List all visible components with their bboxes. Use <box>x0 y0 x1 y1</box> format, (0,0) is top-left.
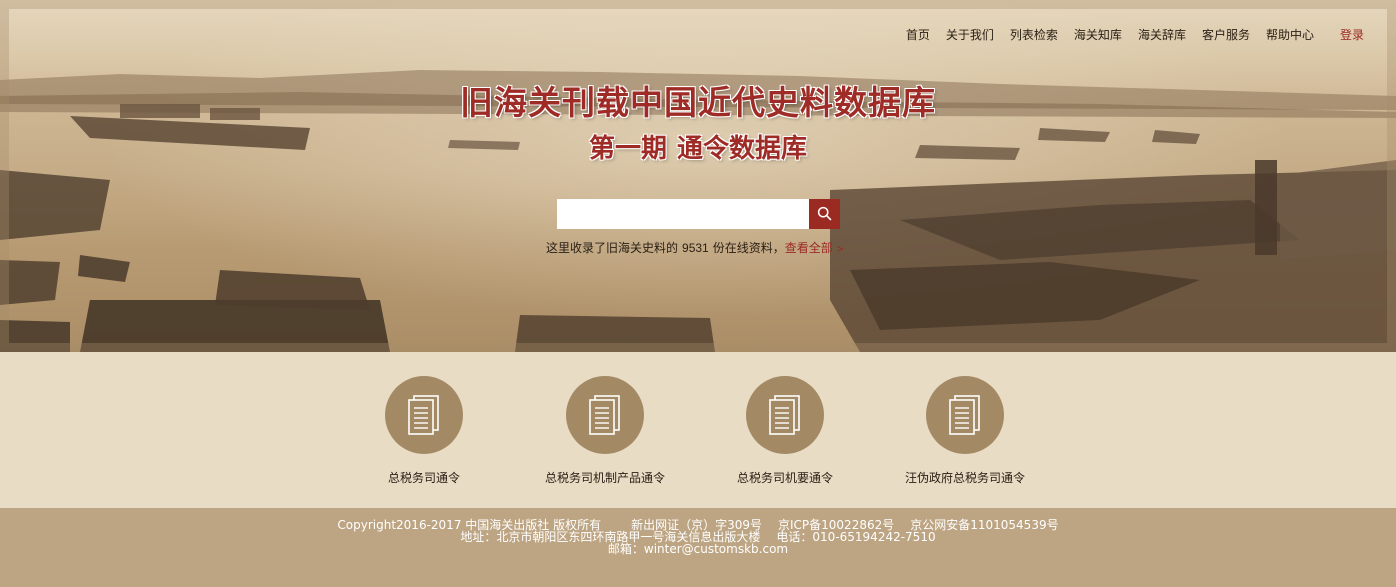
nav-about[interactable]: 关于我们 <box>946 26 994 43</box>
category-item[interactable]: 总税务司机制产品通令 <box>515 376 695 486</box>
footer-email: 邮箱：winter@customskb.com <box>607 542 789 556</box>
category-item[interactable]: 汪伪政府总税务司通令 <box>875 376 1055 486</box>
search-icon <box>817 206 832 221</box>
category-band: 总税务司通令 总税务司机制产品通令 总税务司机要通令 汪伪政府总税务司通令 <box>0 352 1396 508</box>
nav-list-search[interactable]: 列表检索 <box>1010 26 1058 43</box>
footer: Copyright2016-2017 中国海关出版社 版权所有 新出网证（京）字3… <box>0 508 1396 587</box>
category-label[interactable]: 汪伪政府总税务司通令 <box>875 469 1055 486</box>
subtitle-database: 通令数据库 <box>677 134 808 164</box>
login-link[interactable]: 登录 <box>1340 26 1364 43</box>
note-prefix: 这里收录了旧海关史料的 <box>546 241 679 255</box>
search-input[interactable] <box>557 199 809 229</box>
site-title: 旧海关刊载中国近代史料数据库 <box>460 83 936 122</box>
hero-banner: 首页 关于我们 列表检索 海关知库 海关辞库 客户服务 帮助中心 登录 旧海关刊… <box>0 0 1396 352</box>
category-label[interactable]: 总税务司机制产品通令 <box>515 469 695 486</box>
category-label[interactable]: 总税务司通令 <box>334 469 514 486</box>
footer-phone: 电话：010-65194242-7510 <box>776 530 936 544</box>
view-all-link[interactable]: 查看全部 <box>785 241 833 255</box>
nav-customs-knowledge[interactable]: 海关知库 <box>1074 26 1122 43</box>
document-icon <box>408 395 439 435</box>
category-label[interactable]: 总税务司机要通令 <box>695 469 875 486</box>
view-all-arrow-icon[interactable]: > <box>836 244 844 255</box>
top-nav: 首页 关于我们 列表检索 海关知库 海关辞库 客户服务 帮助中心 登录 <box>890 26 1364 43</box>
footer-line-1: Copyright2016-2017 中国海关出版社 版权所有 新出网证（京）字3… <box>0 508 1396 531</box>
site-subtitle: 第一期 通令数据库 <box>0 128 1396 165</box>
document-icon <box>769 395 800 435</box>
search-button[interactable] <box>809 199 840 229</box>
category-item[interactable]: 总税务司通令 <box>334 376 514 486</box>
document-icon <box>949 395 980 435</box>
nav-help-center[interactable]: 帮助中心 <box>1266 26 1314 43</box>
category-circle[interactable] <box>385 376 463 454</box>
nav-home[interactable]: 首页 <box>906 26 930 43</box>
document-icon <box>589 395 620 435</box>
nav-customer-service[interactable]: 客户服务 <box>1202 26 1250 43</box>
category-circle[interactable] <box>926 376 1004 454</box>
nav-customs-dictionary[interactable]: 海关辞库 <box>1138 26 1186 43</box>
subtitle-phase: 第一期 <box>588 134 667 164</box>
record-count: 9531 <box>682 241 709 255</box>
category-item[interactable]: 总税务司机要通令 <box>695 376 875 486</box>
category-circle[interactable] <box>566 376 644 454</box>
collection-note: 这里收录了旧海关史料的 9531 份在线资料，查看全部 > <box>546 239 844 256</box>
harbor-photo <box>0 0 1396 352</box>
footer-line-3: 邮箱：winter@customskb.com <box>0 543 1396 555</box>
category-circle[interactable] <box>746 376 824 454</box>
note-suffix: 份在线资料， <box>712 241 785 255</box>
